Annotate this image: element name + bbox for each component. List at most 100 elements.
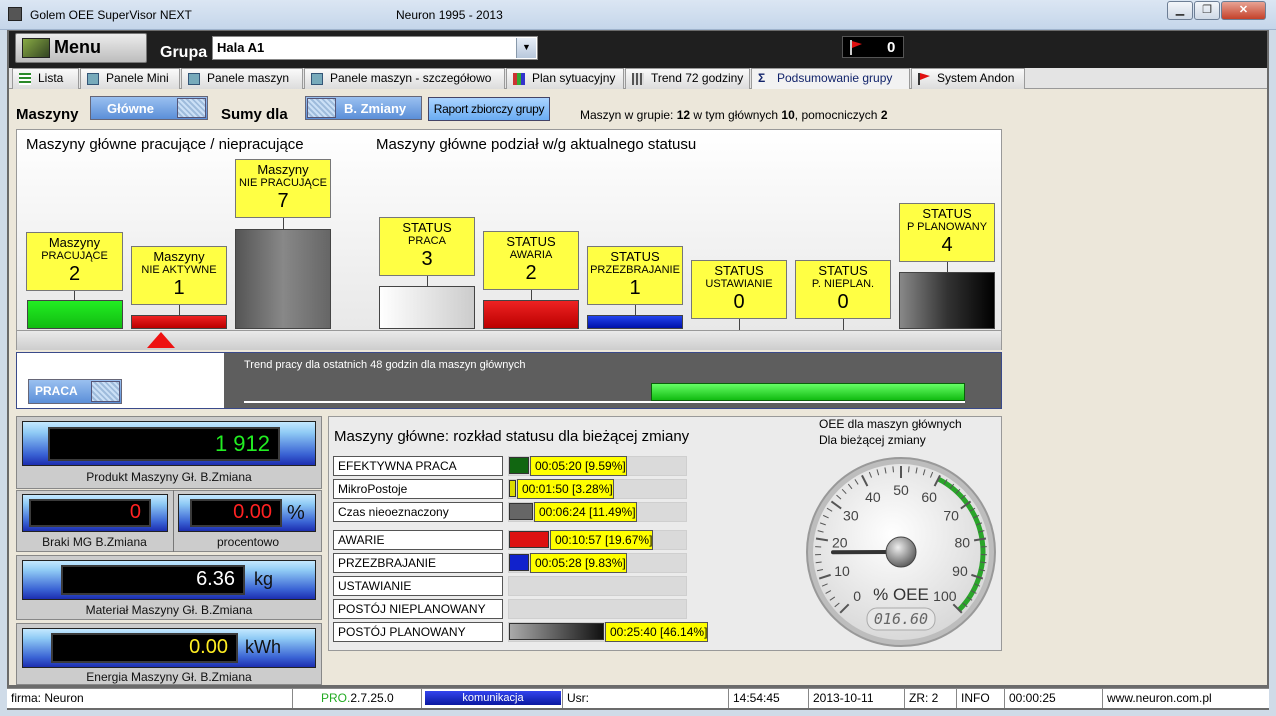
box-line1: STATUS (922, 206, 972, 221)
status-row-fill (509, 554, 529, 571)
toggle-knob (91, 381, 120, 402)
raport-button[interactable]: Raport zbiorczy grupy (428, 97, 550, 121)
status-rows: EFEKTYWNA PRACA 00:05:20 [9.59%] MikroPost… (329, 417, 799, 652)
material-unit: kg (254, 569, 274, 589)
box-line2: AWARIA (509, 249, 553, 261)
tab-panele-mini[interactable]: Panele Mini (80, 68, 180, 89)
connector (635, 305, 636, 315)
status-row-fill (509, 480, 516, 497)
grupa-select[interactable]: Hala A1 ▼ (212, 36, 538, 60)
app-title: Golem OEE SuperVisor NEXT (30, 8, 192, 22)
box-line2: NIE AKTYWNE (141, 264, 217, 276)
status-row-track (508, 599, 687, 619)
menu-button[interactable]: Menu (15, 33, 147, 63)
tab-label: Podsumowanie grupy (777, 71, 893, 85)
gauge-tick (892, 466, 894, 473)
grupa-label: Grupa (160, 44, 208, 61)
gauge-tick-label: 0 (853, 588, 861, 604)
box-count: 2 (525, 262, 537, 284)
gauge-tick-label: 50 (893, 482, 909, 498)
procent-caption: procentowo (216, 535, 280, 549)
sb-usr: Usr: (562, 689, 728, 708)
gauge-tick-label: 10 (834, 563, 850, 579)
box-status-p-planowany: STATUS P PLANOWANY 4 (899, 203, 995, 262)
status-row-label: USTAWIANIE (333, 576, 503, 596)
machines-info: Maszyn w grupie: 12 w tym głównych 10, p… (580, 108, 888, 122)
trend-title: Trend pracy dla ostatnich 48 godzin dla … (244, 359, 526, 371)
trend-baseline (244, 401, 965, 403)
gauge-tick-label: 30 (843, 508, 859, 524)
tab-lista[interactable]: Lista (12, 68, 79, 89)
tab-panele-maszyn[interactable]: Panele maszyn (181, 68, 303, 89)
panel-title-left: Maszyny główne pracujące / niepracujące (26, 136, 304, 153)
bar-status-awaria (483, 300, 579, 329)
close-icon[interactable]: ✕ (1221, 1, 1266, 20)
box-status-awaria: STATUS AWARIA 2 (483, 231, 579, 290)
sb-elapsed: 00:00:25 (1004, 689, 1102, 708)
box-count: 2 (68, 263, 81, 285)
tab-plan-sytuacyjny[interactable]: Plan sytuacyjny (506, 68, 624, 89)
status-row-value: 00:06:24 [11.49%] (534, 502, 637, 522)
chevron-down-icon[interactable]: ▼ (516, 38, 536, 58)
red-flag-icon (850, 40, 862, 55)
status-distribution-panel: Maszyny główne: rozkład statusu dla bież… (328, 416, 1002, 651)
info-text: , pomocniczych (794, 108, 881, 122)
gauge-tick (908, 466, 910, 473)
gauge-tick-label: 20 (832, 534, 848, 550)
minimize-icon[interactable]: ▁ (1167, 1, 1193, 20)
bar-status-praca (379, 286, 475, 329)
gauge-readout: 016.60 (874, 610, 928, 628)
box-line1: STATUS (402, 220, 452, 235)
box-status-praca: STATUS PRACA 3 (379, 217, 475, 276)
status-row-value: 00:01:50 [3.28%] (517, 479, 614, 499)
tab-system-andon[interactable]: System Andon (911, 68, 1025, 89)
toggle-knob (177, 98, 206, 118)
tab-label: Panele maszyn (207, 71, 290, 85)
box-line1: STATUS (610, 249, 660, 264)
alarm-counter[interactable]: 0 (842, 36, 904, 58)
box-count: 0 (733, 291, 745, 313)
trend-graph: Trend pracy dla ostatnich 48 godzin dla … (224, 353, 1001, 408)
box-count: 1 (173, 277, 185, 299)
sigma-icon: Σ (758, 71, 766, 85)
box-nie-aktywne: Maszyny NIE AKTYWNE 1 (131, 246, 227, 305)
window-titlebar: Golem OEE SuperVisor NEXT Neuron 1995 - … (0, 0, 1276, 30)
bar-nie-aktywne (131, 315, 227, 329)
alarm-count: 0 (887, 39, 896, 56)
maszyny-label: Maszyny (16, 106, 79, 123)
app-icon (8, 7, 22, 21)
info-text: Maszyn w grupie: (580, 108, 677, 122)
status-row-label: AWARIE (333, 530, 503, 550)
connector (531, 290, 532, 300)
produkt-display: 1 912 (48, 427, 280, 461)
gauge-title-2: Dla bieżącej zmiany (819, 433, 926, 447)
toggle-label: PRACA (35, 384, 78, 398)
status-bar: firma: Neuron PRO.2.7.25.0 komunikacja U… (7, 688, 1269, 708)
praca-toggle[interactable]: PRACA (28, 379, 122, 404)
trend-bar (651, 383, 965, 401)
tab-panele-szczegolowo[interactable]: Panele maszyn - szczegółowo (304, 68, 505, 89)
info-main: 10 (781, 108, 795, 122)
gauge-label: % OEE (873, 585, 929, 604)
box-line1: Maszyny (153, 249, 205, 264)
maximize-icon[interactable]: ❐ (1194, 1, 1220, 20)
gauge-tick-label: 40 (865, 489, 881, 505)
gauge-tick-label: 90 (952, 563, 968, 579)
box-line2: PRACA (408, 235, 446, 247)
info-total: 12 (676, 108, 691, 122)
sumy-toggle[interactable]: B. Zmiany (305, 96, 422, 120)
tab-label: Panele maszyn - szczegółowo (330, 71, 492, 85)
box-line1: Maszyny (257, 162, 309, 177)
box-line1: STATUS (714, 263, 764, 278)
tab-podsumowanie[interactable]: Σ Podsumowanie grupy (751, 68, 910, 89)
machines-summary-panel: Maszyny główne pracujące / niepracujące … (16, 129, 1002, 350)
connector (947, 262, 948, 272)
status-row-label: MikroPostoje (333, 479, 503, 499)
status-row-fill (509, 623, 604, 640)
tab-trend-72[interactable]: Trend 72 godziny (625, 68, 750, 89)
maszyny-toggle[interactable]: Główne (90, 96, 208, 120)
tab-label: Trend 72 godziny (651, 71, 744, 85)
list-icon (19, 73, 31, 85)
status-row-fill (509, 457, 529, 474)
box-line1: Maszyny (48, 235, 101, 250)
